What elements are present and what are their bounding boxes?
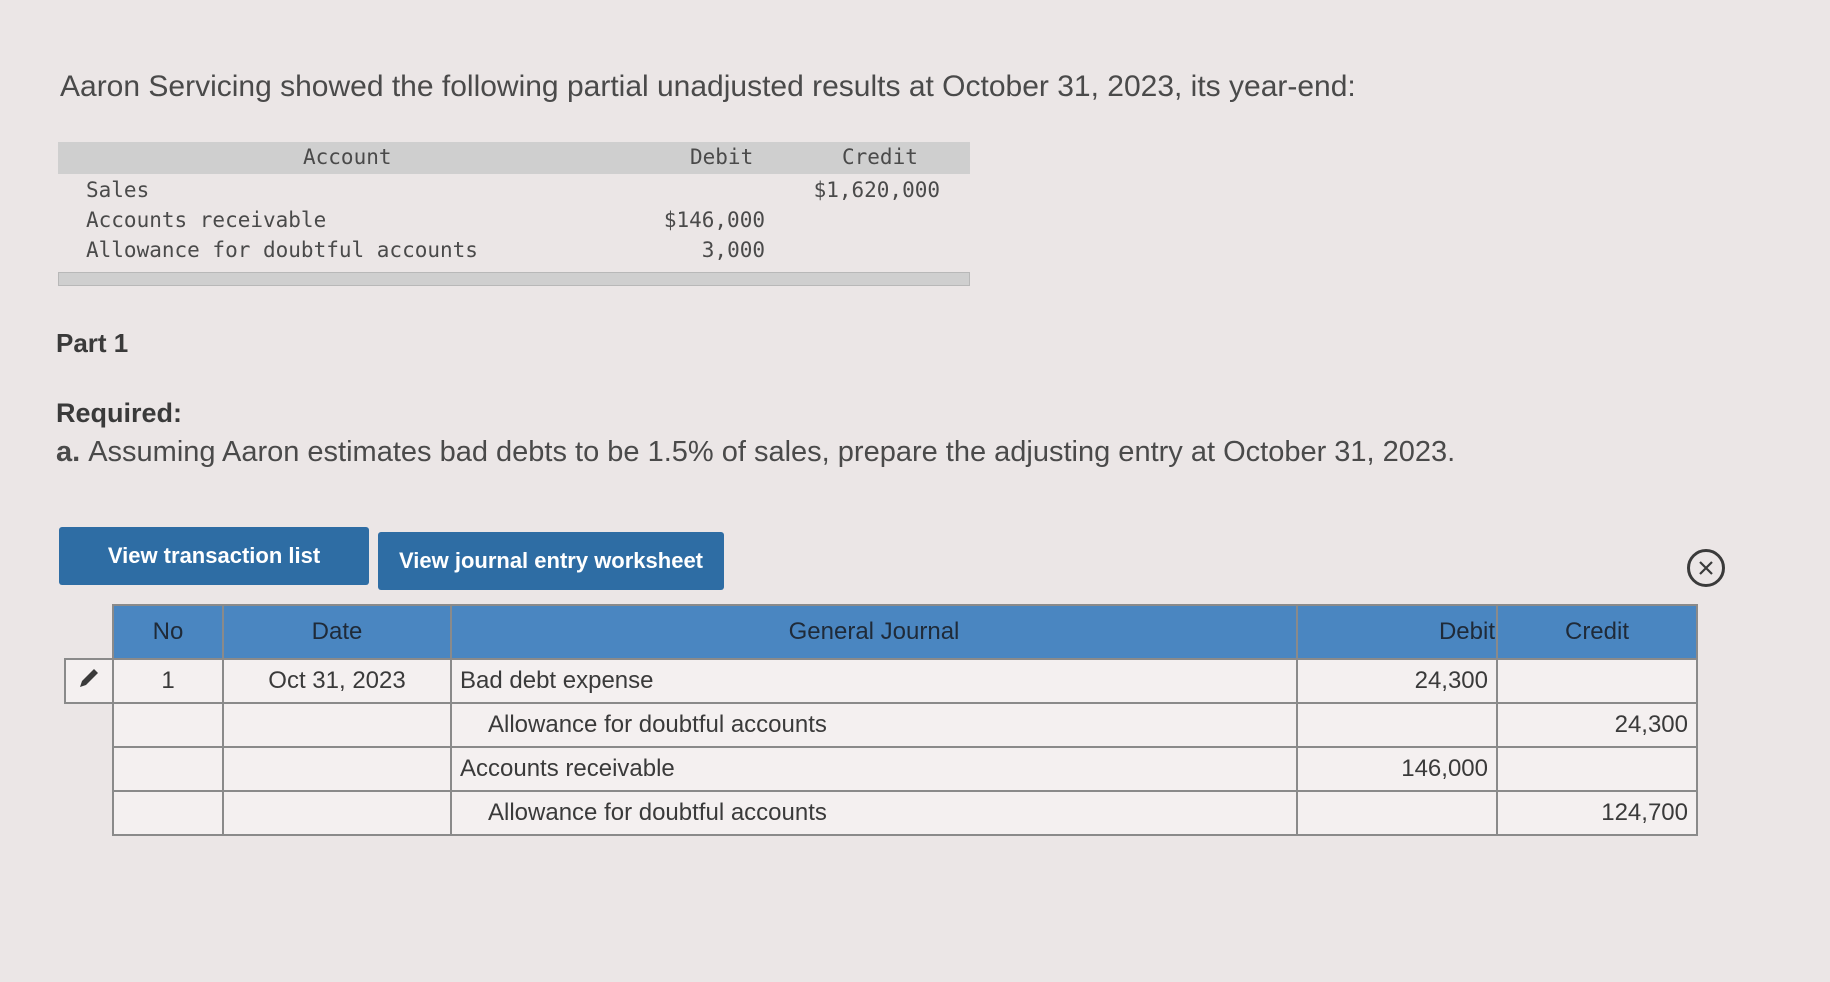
required-question: Assuming Aaron estimates bad debts to be… bbox=[88, 436, 1456, 468]
required-label: Required: bbox=[56, 398, 183, 428]
debit-header: Debit bbox=[690, 145, 754, 169]
close-x-icon bbox=[1699, 561, 1713, 575]
account-name: Accounts receivable bbox=[86, 208, 327, 232]
journal-account[interactable]: Allowance for doubtful accounts bbox=[450, 790, 1298, 836]
row-spacer bbox=[65, 791, 113, 835]
intro-text: Aaron Servicing showed the following par… bbox=[60, 70, 1356, 103]
journal-header-row: No Date General Journal Debit Credit bbox=[65, 604, 1698, 660]
journal-row: 1 Oct 31, 2023 Bad debt expense 24,300 bbox=[64, 658, 1698, 704]
no-column-header: No bbox=[112, 604, 224, 660]
header-spacer bbox=[65, 605, 113, 659]
account-header: Account bbox=[303, 145, 392, 169]
journal-date[interactable]: Oct 31, 2023 bbox=[222, 658, 452, 704]
required-letter: a. bbox=[56, 436, 81, 468]
journal-credit[interactable] bbox=[1496, 658, 1698, 704]
account-name: Allowance for doubtful accounts bbox=[86, 238, 478, 262]
journal-date[interactable] bbox=[222, 746, 452, 792]
credit-header: Credit bbox=[842, 145, 918, 169]
journal-date[interactable] bbox=[222, 790, 452, 836]
journal-credit[interactable]: 24,300 bbox=[1496, 702, 1698, 748]
part-heading: Part 1 bbox=[56, 328, 129, 358]
close-icon[interactable] bbox=[1687, 549, 1725, 587]
accounts-table-footer bbox=[58, 272, 970, 286]
accounts-table: Account Debit Credit Sales $1,620,000 Ac… bbox=[58, 142, 970, 286]
journal-no bbox=[112, 746, 224, 792]
journal-account[interactable]: Bad debt expense bbox=[450, 658, 1298, 704]
row-spacer bbox=[65, 703, 113, 747]
journal-account[interactable]: Accounts receivable bbox=[450, 746, 1298, 792]
general-journal-table: No Date General Journal Debit Credit 1 O… bbox=[64, 604, 1698, 836]
date-column-header: Date bbox=[222, 604, 452, 660]
journal-row: Allowance for doubtful accounts 24,300 bbox=[65, 702, 1698, 748]
accounts-table-header: Account Debit Credit bbox=[58, 142, 970, 174]
view-transaction-list-button[interactable]: View transaction list bbox=[59, 527, 369, 585]
journal-credit[interactable] bbox=[1496, 746, 1698, 792]
pencil-icon[interactable] bbox=[76, 665, 102, 691]
journal-row: Accounts receivable 146,000 bbox=[65, 746, 1698, 792]
account-debit: $146,000 bbox=[663, 208, 765, 232]
journal-debit[interactable]: 24,300 bbox=[1296, 658, 1498, 704]
journal-no bbox=[112, 702, 224, 748]
view-journal-entry-worksheet-button[interactable]: View journal entry worksheet bbox=[378, 532, 724, 590]
journal-debit[interactable]: 146,000 bbox=[1296, 746, 1498, 792]
account-credit: $1,620,000 bbox=[813, 178, 940, 202]
journal-date[interactable] bbox=[222, 702, 452, 748]
journal-debit[interactable] bbox=[1296, 702, 1498, 748]
debit-column-header: Debit bbox=[1296, 604, 1498, 660]
journal-credit[interactable]: 124,700 bbox=[1496, 790, 1698, 836]
row-spacer bbox=[65, 747, 113, 791]
account-row: Allowance for doubtful accounts 3,000 bbox=[58, 234, 970, 264]
account-debit: 3,000 bbox=[701, 238, 765, 262]
credit-column-header: Credit bbox=[1496, 604, 1698, 660]
account-name: Sales bbox=[86, 178, 150, 202]
account-row: Accounts receivable $146,000 bbox=[58, 204, 970, 234]
general-journal-column-header: General Journal bbox=[450, 604, 1298, 660]
journal-account[interactable]: Allowance for doubtful accounts bbox=[450, 702, 1298, 748]
journal-no bbox=[112, 790, 224, 836]
account-row: Sales $1,620,000 bbox=[58, 174, 970, 204]
journal-row: Allowance for doubtful accounts 124,700 bbox=[65, 790, 1698, 836]
journal-no: 1 bbox=[112, 658, 224, 704]
edit-entry-cell[interactable] bbox=[64, 658, 114, 704]
required-text: a. Assuming Aaron estimates bad debts to … bbox=[56, 436, 1455, 469]
journal-debit[interactable] bbox=[1296, 790, 1498, 836]
